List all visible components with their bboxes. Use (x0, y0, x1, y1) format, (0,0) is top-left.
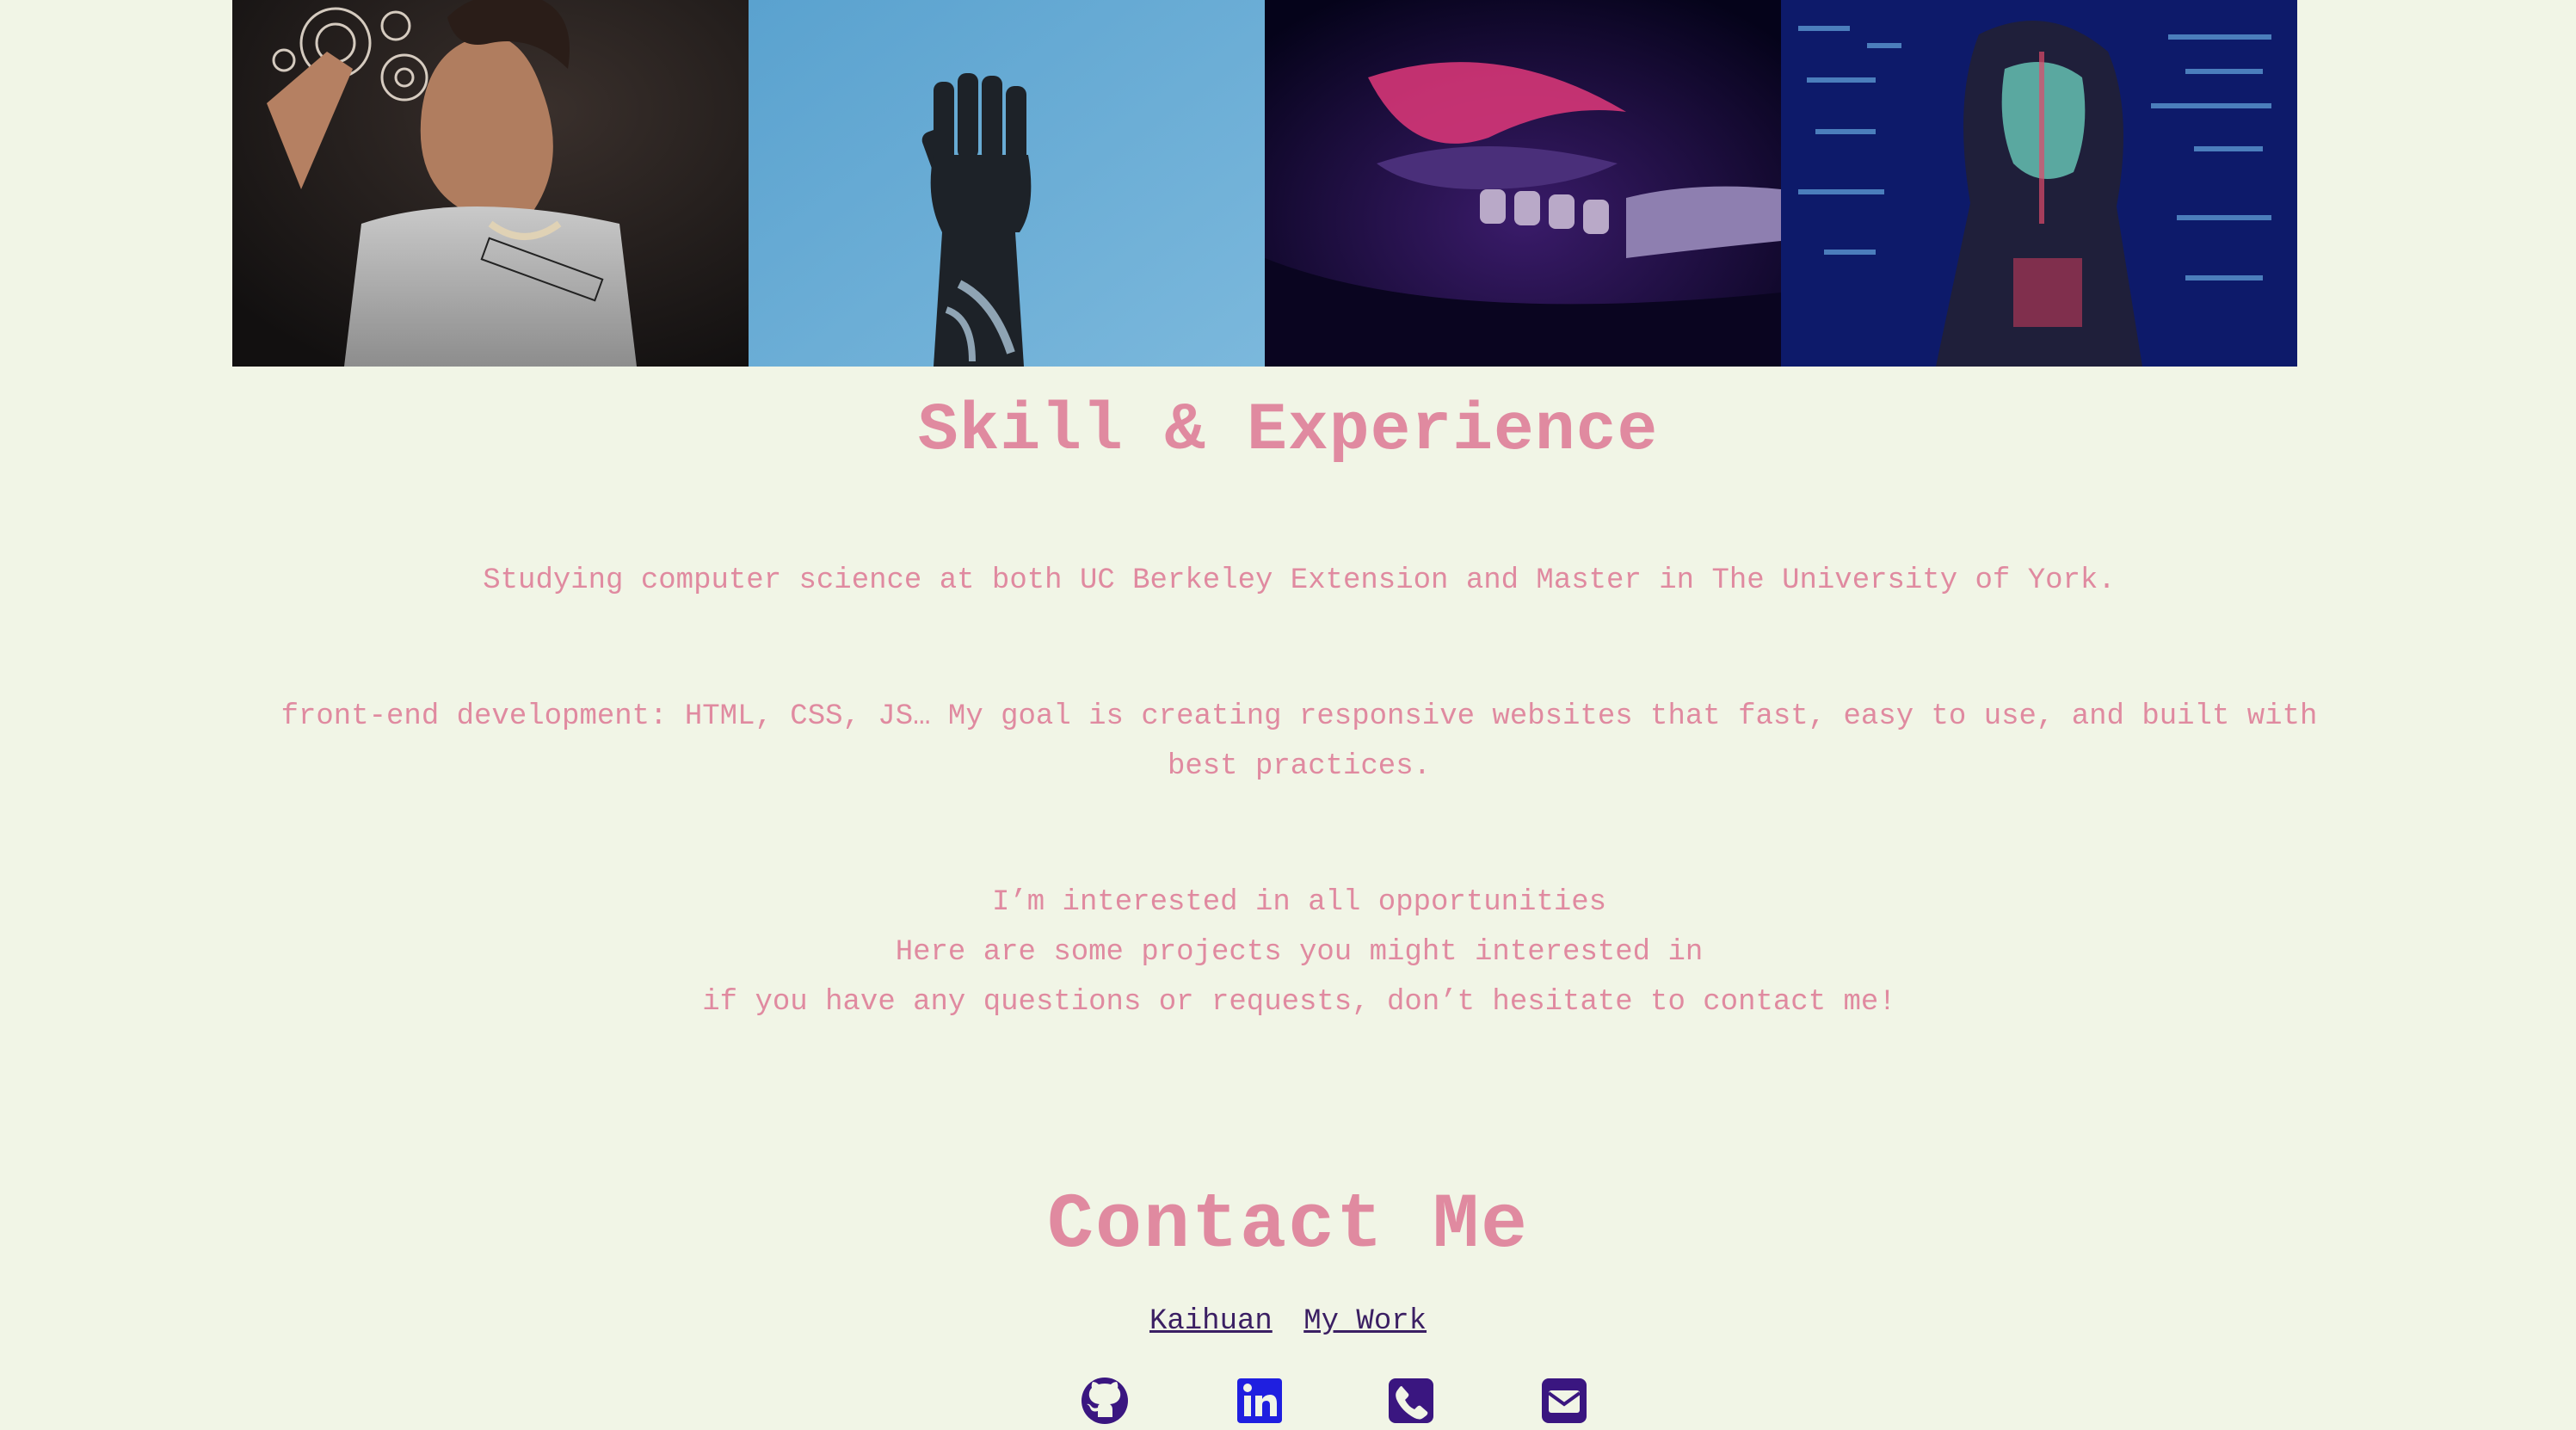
woman-hologram-photo (232, 0, 749, 367)
contact-links: Kaihuan My Work (0, 1301, 2576, 1342)
email-icon[interactable] (1540, 1377, 1588, 1425)
phone-icon[interactable] (1387, 1377, 1435, 1425)
my-work-link[interactable]: My Work (1303, 1305, 1427, 1338)
robotic-hand-photo (749, 0, 1265, 367)
linkedin-icon[interactable] (1236, 1377, 1284, 1425)
github-icon[interactable] (1081, 1377, 1129, 1425)
opportunities-paragraph: I’m interested in all opportunities Here… (250, 878, 2349, 1027)
opportunities-line: I’m interested in all opportunities (991, 886, 1607, 919)
education-paragraph: Studying computer science at both UC Ber… (483, 564, 2116, 597)
robot-hand-neon-photo (1265, 0, 1781, 367)
contact-invite-line: if you have any questions or requests, d… (702, 986, 1896, 1019)
social-icons (0, 1377, 2576, 1430)
frontend-paragraph: front-end development: HTML, CSS, JS… My… (280, 700, 2318, 783)
photo-gallery (232, 0, 2297, 367)
contact-me-heading: Contact Me (1046, 1182, 1530, 1270)
code-projection-woman-photo (1781, 0, 2297, 367)
skill-experience-heading: Skill & Experience (917, 393, 1659, 469)
projects-line: Here are some projects you might interes… (895, 936, 1704, 969)
kaihuan-link[interactable]: Kaihuan (1149, 1305, 1273, 1338)
